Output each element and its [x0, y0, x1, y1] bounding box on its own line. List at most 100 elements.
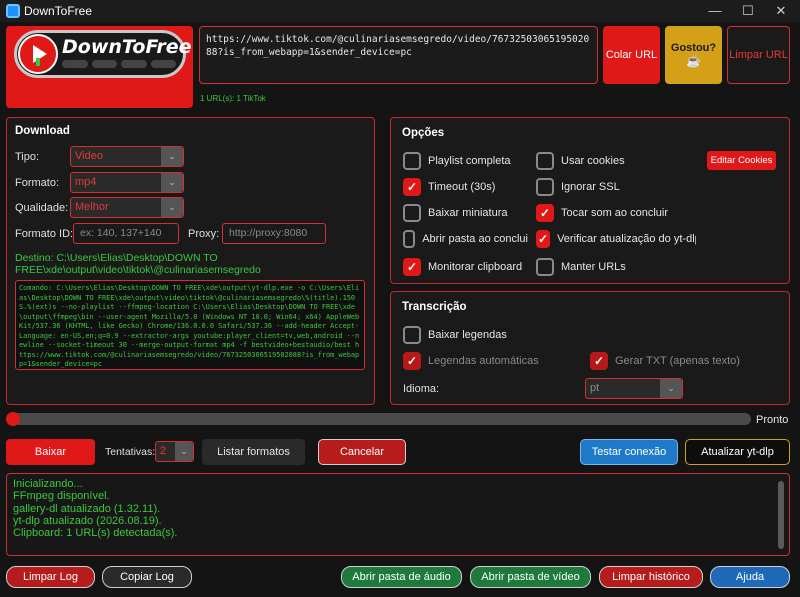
- clear-url-label: Limpar URL: [729, 49, 788, 61]
- chevron-down-icon: ⌄: [161, 198, 183, 217]
- checkbox-icon: [536, 152, 554, 170]
- language-label: Idioma:: [403, 383, 440, 395]
- option-label: Baixar legendas: [428, 329, 507, 341]
- logo-chip-icon: [91, 60, 117, 68]
- command-preview: Comando: C:\Users\Elias\Desktop\DOWN TO …: [15, 280, 365, 370]
- option-ignore-ssl[interactable]: Ignorar SSL: [536, 178, 620, 196]
- destination-path: Destino: C:\Users\Elias\Desktop\DOWN TO …: [15, 252, 261, 276]
- title-bar: DownToFree — ☐ ✕: [0, 0, 800, 22]
- option-open-folder[interactable]: Abrir pasta ao conclui: [403, 230, 528, 248]
- log-line: Clipboard: 1 URL(s) detectada(s).: [13, 527, 178, 540]
- proxy-input[interactable]: http://proxy:8080: [222, 223, 326, 244]
- clear-history-label: Limpar histórico: [612, 571, 690, 583]
- log-line: FFmpeg disponível.: [13, 490, 110, 503]
- help-button[interactable]: Ajuda: [710, 566, 790, 588]
- chevron-down-icon: ⌄: [660, 379, 682, 398]
- log-line: yt-dlp atualizado (2026.08.19).: [13, 514, 162, 527]
- option-label: Tocar som ao concluir: [561, 207, 668, 219]
- url-input[interactable]: https://www.tiktok.com/@culinariasemsegr…: [199, 26, 598, 84]
- checkmark-icon: ✓: [536, 230, 551, 248]
- video-folder-label: Abrir pasta de vídeo: [481, 571, 580, 583]
- download-button[interactable]: Baixar: [6, 439, 95, 465]
- open-video-folder-button[interactable]: Abrir pasta de vídeo: [470, 566, 591, 588]
- paste-url-button[interactable]: Colar URL: [603, 26, 660, 84]
- format-id-input[interactable]: ex: 140, 137+140: [73, 223, 179, 244]
- update-ytdlp-button[interactable]: Atualizar yt-dlp: [685, 439, 790, 465]
- option-generate-txt[interactable]: ✓ Gerar TXT (apenas texto): [590, 352, 740, 370]
- option-cookies[interactable]: Usar cookies: [536, 152, 625, 170]
- option-thumbnail[interactable]: Baixar miniatura: [403, 204, 507, 222]
- option-label: Playlist completa: [428, 155, 511, 167]
- language-select[interactable]: pt ⌄: [585, 378, 683, 399]
- close-button[interactable]: ✕: [764, 0, 798, 22]
- help-label: Ajuda: [735, 571, 765, 583]
- option-check-update[interactable]: ✓ Verificar atualização do yt-dlp: [536, 230, 696, 248]
- edit-cookies-label: Editar Cookies: [710, 155, 773, 166]
- copy-log-label: Copiar Log: [120, 571, 174, 583]
- option-label: Verificar atualização do yt-dlp: [557, 233, 696, 245]
- checkbox-icon: [536, 178, 554, 196]
- list-formats-label: Listar formatos: [217, 446, 290, 458]
- checkbox-icon: [403, 204, 421, 222]
- minimize-button[interactable]: —: [698, 0, 732, 22]
- clear-history-button[interactable]: Limpar histórico: [599, 566, 703, 588]
- checkmark-icon: ✓: [590, 352, 608, 370]
- type-value: Video: [75, 150, 103, 162]
- logo-chip-icon: [121, 60, 147, 68]
- option-auto-subs[interactable]: ✓ Legendas automáticas: [403, 352, 539, 370]
- type-select[interactable]: Video ⌄: [70, 146, 184, 167]
- copy-log-button[interactable]: Copiar Log: [102, 566, 192, 588]
- logo-platform-chips: [62, 60, 176, 70]
- option-download-subs[interactable]: Baixar legendas: [403, 326, 507, 344]
- download-title: Download: [15, 125, 70, 137]
- option-label: Gerar TXT (apenas texto): [615, 355, 740, 367]
- option-play-sound[interactable]: ✓ Tocar som ao concluir: [536, 204, 668, 222]
- chevron-down-icon: ⌄: [161, 147, 183, 166]
- type-label: Tipo:: [15, 151, 40, 163]
- list-formats-button[interactable]: Listar formatos: [202, 439, 305, 465]
- cancel-button[interactable]: Cancelar: [318, 439, 406, 465]
- coffee-icon: ☕: [686, 54, 701, 68]
- open-audio-folder-button[interactable]: Abrir pasta de áudio: [341, 566, 462, 588]
- checkmark-icon: ✓: [403, 178, 421, 196]
- liked-label: Gostou?: [670, 42, 717, 54]
- option-timeout[interactable]: ✓ Timeout (30s): [403, 178, 495, 196]
- checkbox-icon: [403, 152, 421, 170]
- options-title: Opções: [402, 127, 445, 139]
- retries-value: 2: [160, 445, 167, 457]
- app-icon: [6, 4, 20, 18]
- clear-log-button[interactable]: Limpar Log: [6, 566, 95, 588]
- paste-url-label: Colar URL: [605, 49, 658, 61]
- option-monitor-clipboard[interactable]: ✓ Monitorar clipboard: [403, 258, 522, 276]
- progress-status: Pronto: [756, 414, 789, 426]
- edit-cookies-button[interactable]: Editar Cookies: [707, 151, 776, 170]
- url-count-status: 1 URL(s): 1 TikTok: [200, 94, 266, 103]
- cancel-label: Cancelar: [339, 446, 385, 458]
- format-value: mp4: [75, 176, 97, 188]
- log-scrollbar[interactable]: [778, 481, 784, 549]
- quality-label: Qualidade:: [15, 202, 69, 214]
- retries-label: Tentativas:: [105, 446, 156, 458]
- quality-select[interactable]: Melhor ⌄: [70, 197, 184, 218]
- clear-log-label: Limpar Log: [22, 571, 79, 583]
- checkbox-icon: [403, 326, 421, 344]
- test-connection-button[interactable]: Testar conexão: [580, 439, 678, 465]
- option-label: Usar cookies: [561, 155, 625, 167]
- option-keep-urls[interactable]: Manter URLs: [536, 258, 626, 276]
- play-download-icon: [18, 34, 58, 74]
- clear-url-button[interactable]: Limpar URL: [727, 26, 790, 84]
- proxy-label: Proxy:: [188, 228, 220, 240]
- log-line: gallery-dl atualizado (1.32.11).: [13, 502, 161, 515]
- maximize-button[interactable]: ☐: [731, 0, 765, 22]
- option-playlist[interactable]: Playlist completa: [403, 152, 511, 170]
- retries-select[interactable]: 2 ⌄: [155, 441, 194, 462]
- option-label: Timeout (30s): [428, 181, 496, 193]
- chevron-down-icon: ⌄: [161, 173, 183, 192]
- checkbox-icon: [536, 258, 554, 276]
- liked-button[interactable]: Gostou? ☕: [665, 26, 722, 84]
- format-select[interactable]: mp4 ⌄: [70, 172, 184, 193]
- checkmark-icon: ✓: [403, 352, 421, 370]
- checkmark-icon: ✓: [403, 258, 421, 276]
- option-label: Legendas automáticas: [428, 355, 539, 367]
- download-label: Baixar: [34, 446, 67, 458]
